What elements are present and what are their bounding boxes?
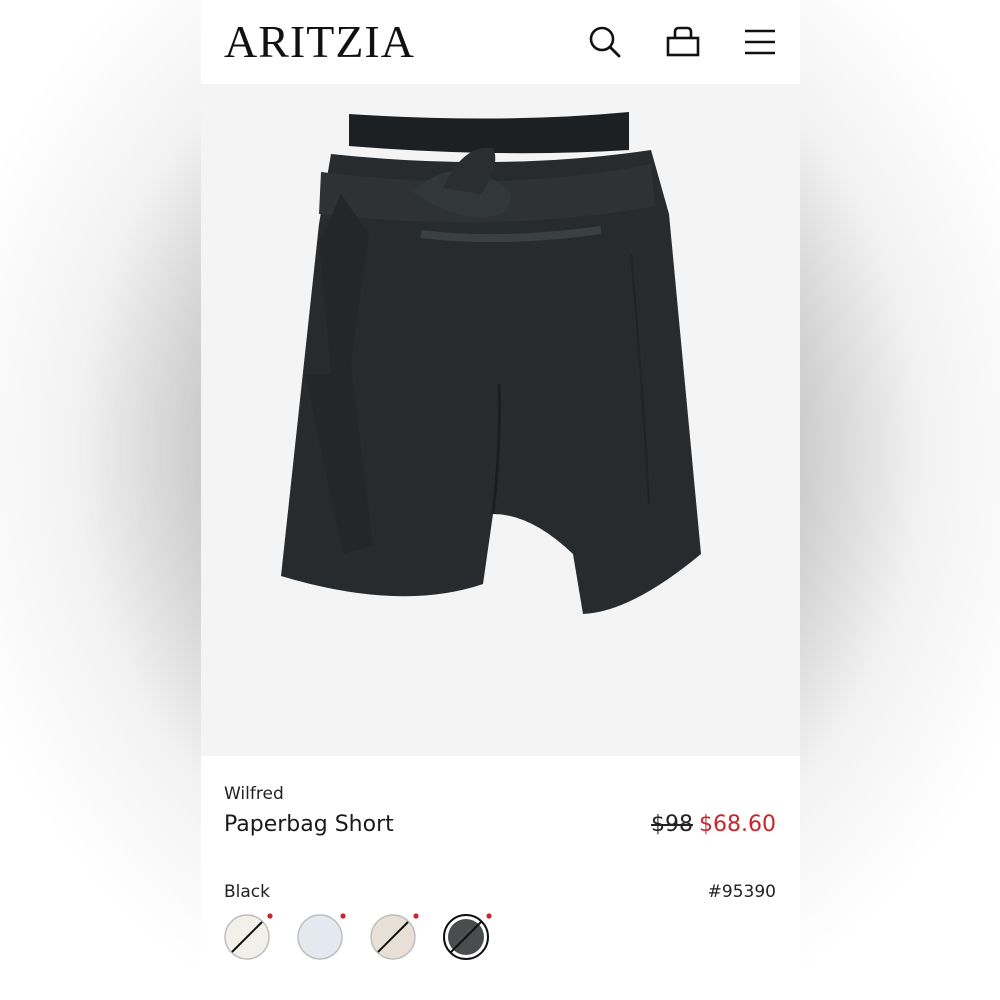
- product-info: Wilfred Paperbag Short $98 $68.60 Black #…: [201, 756, 800, 1000]
- product-image[interactable]: [201, 84, 800, 756]
- search-icon[interactable]: [585, 22, 625, 62]
- menu-icon[interactable]: [740, 22, 780, 62]
- swatch-black[interactable]: [443, 913, 492, 960]
- price: $98 $68.60: [651, 812, 776, 837]
- site-header: ARITZIA: [201, 0, 800, 84]
- bag-icon[interactable]: [663, 22, 703, 62]
- aritzia-logo[interactable]: ARITZIA: [224, 16, 415, 68]
- product-page: ARITZIA Wilfred Paperbag Short $98 $68.6…: [201, 0, 800, 1000]
- sku-number: #95390: [707, 882, 776, 902]
- swatch-light-blue[interactable]: [297, 913, 346, 960]
- selected-color-label: Black: [224, 882, 270, 902]
- product-name: Paperbag Short: [224, 812, 394, 837]
- swatch-ivory[interactable]: [224, 913, 273, 960]
- brand-name[interactable]: Wilfred: [224, 784, 284, 804]
- original-price: $98: [651, 812, 694, 837]
- swatch-beige[interactable]: [370, 913, 419, 960]
- sale-price: $68.60: [699, 812, 776, 837]
